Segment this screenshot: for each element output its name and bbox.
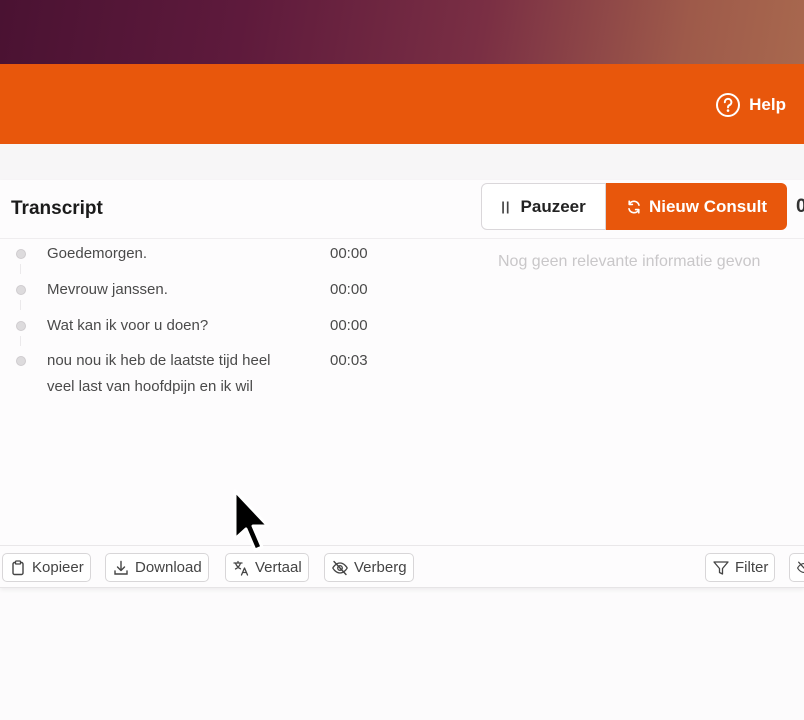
pause-label: Pauzeer: [520, 196, 586, 216]
new-consult-button[interactable]: Nieuw Consult: [606, 183, 787, 230]
transcript-time: 00:00: [330, 317, 368, 334]
download-icon: [114, 560, 128, 575]
eye-off-icon: [796, 561, 804, 573]
eye-off-icon: [332, 560, 348, 575]
consult-panel: Transcript || Pauzeer Nieuw Consult 0 Go…: [0, 180, 804, 588]
hide-button[interactable]: Verberg: [324, 553, 414, 582]
speaker-dot-icon: [16, 321, 26, 331]
transcript-time: 00:00: [330, 245, 368, 262]
mouse-cursor-icon: [233, 489, 270, 552]
clipboard-icon: [12, 559, 24, 575]
refresh-icon: [628, 199, 640, 214]
divider: [0, 238, 804, 239]
pause-icon: ||: [501, 199, 511, 214]
desktop-background: [0, 0, 804, 64]
app-header: Help: [0, 64, 804, 144]
timeline-connector: [20, 336, 21, 346]
pause-button[interactable]: || Pauzeer: [481, 183, 606, 230]
transcript-text: nou nou ik heb de laatste tijd heel veel…: [47, 352, 271, 395]
transcript-text: Goedemorgen.: [47, 245, 148, 262]
download-label: Download: [135, 559, 202, 576]
header-spacer: [0, 144, 804, 180]
empty-info-message: Nog geen relevante informatie gevon: [498, 253, 761, 270]
speaker-dot-icon: [16, 356, 26, 366]
hide-label: Verberg: [354, 559, 407, 576]
help-label: Help: [749, 95, 786, 114]
copy-button[interactable]: Kopieer: [2, 553, 91, 582]
filter-label: Filter: [735, 559, 769, 576]
toolbar-divider: [0, 545, 804, 546]
translate-icon: [233, 560, 249, 576]
new-consult-label: Nieuw Consult: [648, 196, 768, 216]
timeline-connector: [20, 264, 21, 274]
transcript-time: 00:03: [330, 352, 368, 369]
hide-info-button[interactable]: [789, 553, 804, 582]
copy-label: Kopieer: [32, 559, 84, 576]
speaker-dot-icon: [16, 249, 26, 259]
transcript-text: Mevrouw janssen.: [47, 281, 168, 298]
transcript-time: 00:00: [330, 281, 368, 298]
help-icon: [716, 93, 741, 117]
timeline-connector: [20, 300, 21, 310]
transcript-text: Wat kan ik voor u doen?: [47, 317, 209, 334]
speaker-dot-icon: [16, 285, 26, 295]
filter-button[interactable]: Filter: [705, 553, 776, 582]
filter-icon: [713, 560, 729, 575]
translate-label: Vertaal: [255, 559, 302, 576]
transcript-title: Transcript: [11, 198, 103, 219]
help-button[interactable]: Help: [715, 91, 786, 119]
download-button[interactable]: Download: [105, 553, 209, 582]
timer-display: 0: [796, 196, 804, 217]
